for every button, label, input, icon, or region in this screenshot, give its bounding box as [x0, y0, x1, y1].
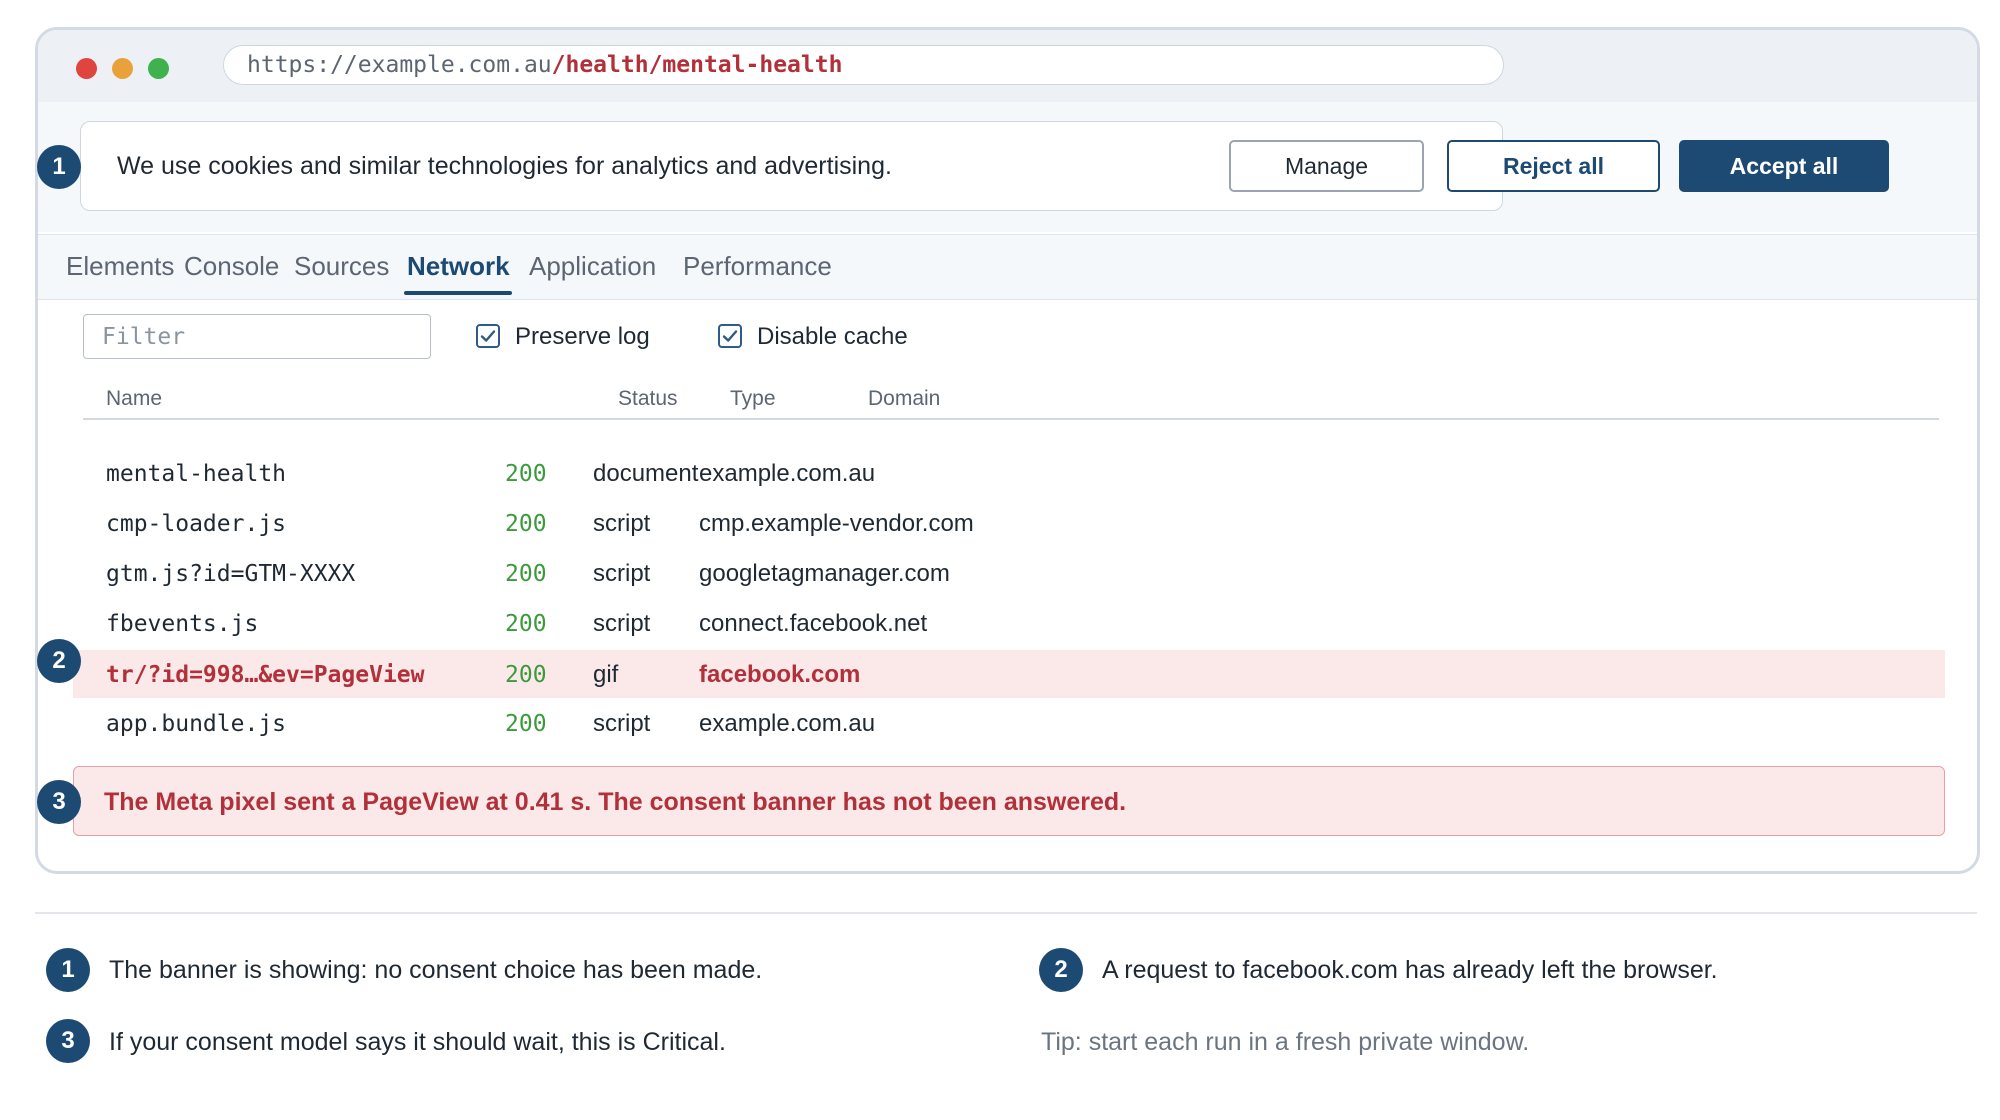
- tab-sources[interactable]: Sources: [294, 251, 389, 282]
- table-row[interactable]: gtm.js?id=GTM-XXXX 200 script googletagm…: [73, 549, 1945, 597]
- cookie-banner-text: We use cookies and similar technologies …: [117, 152, 892, 180]
- request-status: 200: [505, 611, 547, 637]
- request-status: 200: [505, 461, 547, 487]
- pixel-alert: The Meta pixel sent a PageView at 0.41 s…: [73, 766, 1945, 836]
- table-header-divider: [83, 418, 1939, 420]
- pixel-alert-text: The Meta pixel sent a PageView at 0.41 s…: [104, 788, 1127, 816]
- note-3: If your consent model says it should wai…: [109, 1028, 726, 1056]
- request-name: cmp-loader.js: [106, 511, 287, 537]
- url-base: https://example.com.au: [247, 52, 552, 78]
- tab-console[interactable]: Console: [184, 251, 279, 282]
- request-domain: connect.facebook.net: [699, 610, 928, 637]
- maximize-window-button[interactable]: [148, 58, 169, 79]
- table-row-flagged[interactable]: tr/?id=998…&ev=PageView 200 gif facebook…: [73, 650, 1945, 698]
- table-row[interactable]: cmp-loader.js 200 script cmp.example-ven…: [73, 499, 1945, 547]
- note-1: The banner is showing: no consent choice…: [109, 956, 763, 984]
- request-name: fbevents.js: [106, 611, 259, 637]
- table-row[interactable]: app.bundle.js 200 script example.com.au: [73, 699, 1945, 747]
- preserve-log-checkbox[interactable]: [476, 324, 500, 348]
- request-type: document: [593, 460, 699, 487]
- devtools-tabs: Elements Console Sources Network Applica…: [38, 234, 1977, 300]
- table-row[interactable]: mental-health 200 document example.com.a…: [73, 449, 1945, 497]
- tip-text: Tip: start each run in a fresh private w…: [1041, 1028, 1530, 1056]
- note-marker-3: 3: [46, 1019, 90, 1063]
- callout-marker-2: 2: [37, 639, 81, 683]
- close-window-button[interactable]: [76, 58, 97, 79]
- section-divider: [35, 912, 1977, 914]
- browser-titlebar: https://example.com.au/health/mental-hea…: [38, 30, 1977, 102]
- request-type: gif: [593, 661, 619, 688]
- disable-cache-checkbox[interactable]: [718, 324, 742, 348]
- request-domain: facebook.com: [699, 661, 861, 688]
- request-status: 200: [505, 662, 547, 688]
- column-header-domain[interactable]: Domain: [868, 387, 940, 411]
- callout-marker-3: 3: [37, 780, 81, 824]
- request-type: script: [593, 560, 651, 587]
- request-status: 200: [505, 561, 547, 587]
- request-status: 200: [505, 711, 547, 737]
- request-name: mental-health: [106, 461, 287, 487]
- checkmark-icon: [480, 330, 496, 342]
- tab-elements[interactable]: Elements: [66, 251, 174, 282]
- request-name: app.bundle.js: [106, 711, 287, 737]
- tab-network[interactable]: Network: [407, 251, 510, 282]
- request-type: script: [593, 610, 651, 637]
- reject-all-button[interactable]: Reject all: [1447, 140, 1660, 192]
- url-path: /health/mental-health: [551, 52, 843, 78]
- note-2: A request to facebook.com has already le…: [1102, 956, 1718, 984]
- request-name: tr/?id=998…&ev=PageView: [106, 662, 425, 688]
- checkmark-icon: [722, 330, 738, 342]
- filter-input[interactable]: [83, 314, 431, 359]
- table-row[interactable]: fbevents.js 200 script connect.facebook.…: [73, 599, 1945, 647]
- tab-performance[interactable]: Performance: [683, 251, 832, 282]
- browser-window: https://example.com.au/health/mental-hea…: [35, 27, 1980, 874]
- request-domain: example.com.au: [699, 710, 876, 737]
- request-status: 200: [505, 511, 547, 537]
- column-header-type[interactable]: Type: [730, 387, 776, 411]
- request-domain: cmp.example-vendor.com: [699, 510, 974, 537]
- cookie-banner: We use cookies and similar technologies …: [80, 121, 1889, 211]
- tab-application[interactable]: Application: [529, 251, 656, 282]
- minimize-window-button[interactable]: [112, 58, 133, 79]
- address-bar[interactable]: https://example.com.au/health/mental-hea…: [223, 45, 1504, 85]
- request-domain: googletagmanager.com: [699, 560, 950, 587]
- column-header-name[interactable]: Name: [106, 387, 162, 411]
- manage-button[interactable]: Manage: [1229, 140, 1424, 192]
- note-marker-1: 1: [46, 948, 90, 992]
- callout-marker-1: 1: [37, 145, 81, 189]
- request-type: script: [593, 710, 651, 737]
- disable-cache-label: Disable cache: [757, 323, 908, 350]
- request-name: gtm.js?id=GTM-XXXX: [106, 561, 356, 587]
- request-type: script: [593, 510, 651, 537]
- request-domain: example.com.au: [699, 460, 876, 487]
- active-tab-indicator: [404, 291, 512, 295]
- note-marker-2: 2: [1039, 948, 1083, 992]
- accept-all-button[interactable]: Accept all: [1679, 140, 1889, 192]
- column-header-status[interactable]: Status: [618, 387, 678, 411]
- preserve-log-label: Preserve log: [515, 323, 650, 350]
- page-content: We use cookies and similar technologies …: [38, 102, 1977, 232]
